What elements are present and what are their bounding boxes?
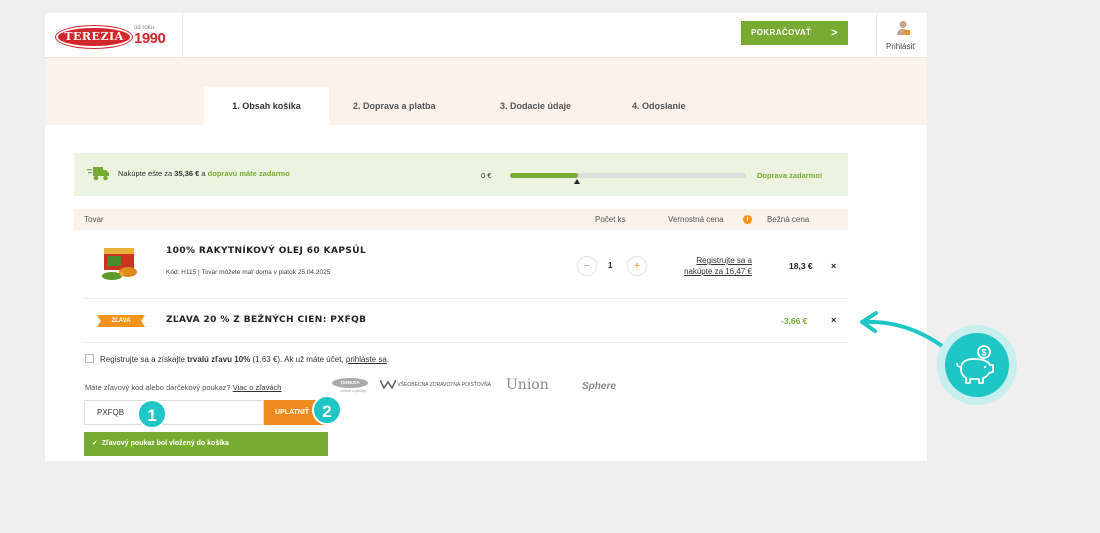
- column-loyalty-price: Vernostná cena: [668, 215, 724, 224]
- login-link-inline[interactable]: prihláste sa: [346, 355, 387, 364]
- header-divider: [182, 13, 183, 58]
- discount-name: ZĽAVA 20 % Z BEŽNÝCH CIEN: PXFQB: [166, 315, 367, 325]
- cart-table-header: [74, 209, 848, 230]
- free-shipping-label: Doprava zadarmo!: [757, 171, 823, 180]
- step-badge-2: 2: [312, 395, 342, 425]
- progress-marker-icon: [574, 179, 580, 184]
- step-shipping-payment[interactable]: 2. Doprava a platba: [353, 87, 436, 125]
- vszp-icon: [379, 379, 397, 390]
- loyalty-register-link[interactable]: Registrujte sa a nakúpte za 16,47 €: [672, 255, 752, 277]
- more-about-discounts-link[interactable]: Viac o zľavách: [233, 383, 282, 392]
- success-message: ✓ Zľavový poukaz bol vložený do košíka: [84, 432, 328, 456]
- step-send[interactable]: 4. Odoslanie: [632, 87, 686, 125]
- row-divider: [84, 298, 848, 299]
- register-checkbox[interactable]: [85, 354, 94, 363]
- terezia-logo[interactable]: TEREZIA: [56, 26, 132, 48]
- step-cart-contents[interactable]: 1. Obsah košíka: [204, 87, 329, 125]
- chevron-right-icon: >: [831, 27, 838, 39]
- quantity-value[interactable]: 1: [608, 261, 612, 270]
- partner-logo-vszp: VŠEOBECNÁ ZDRAVOTNÁ POISŤOVŇA: [379, 379, 491, 390]
- column-quantity: Počet ks: [595, 215, 626, 224]
- remove-product-button[interactable]: ×: [831, 261, 836, 271]
- partner-logo-terezia-sub: zdravie z prírody: [340, 389, 366, 393]
- continue-button[interactable]: POKRAČOVAŤ >: [741, 21, 848, 45]
- row-divider: [84, 342, 848, 343]
- product-price: 18,3 €: [789, 261, 813, 271]
- free-shipping-text: Nakúpte ešte za 35,36 € a dopravu máte z…: [118, 169, 290, 178]
- progress-start-label: 0 €: [481, 171, 492, 180]
- column-product: Tovar: [84, 215, 104, 224]
- svg-text:$: $: [981, 348, 986, 358]
- column-regular-price: Bežná cena: [767, 215, 810, 224]
- piggy-bank-icon: $: [956, 345, 994, 384]
- check-icon: ✓: [92, 440, 98, 447]
- quantity-decrease-button[interactable]: −: [577, 256, 597, 276]
- continue-label: POKRAČOVAŤ: [751, 28, 812, 37]
- partner-logo-union: Union: [506, 377, 549, 393]
- product-name[interactable]: 100% RAKYTNÍKOVÝ OLEJ 60 KAPSÚL: [166, 246, 366, 256]
- register-text: Registrujte sa a získajte trvalú zľavu 1…: [100, 355, 390, 364]
- product-image[interactable]: [98, 246, 142, 282]
- user-icon[interactable]: [896, 20, 910, 36]
- partner-logo-sphere: Sphere: [582, 381, 616, 392]
- discount-tag: ZĽAVA: [97, 315, 145, 327]
- partner-logo-terezia: TEREZIA: [332, 378, 368, 388]
- step-badge-1: 1: [137, 399, 167, 429]
- since-year: 1990: [134, 30, 166, 47]
- shipping-progress-fill: [510, 173, 579, 178]
- discount-code-input[interactable]: PXFQB: [84, 400, 264, 425]
- truck-icon: [87, 167, 109, 181]
- remove-discount-button[interactable]: ×: [831, 315, 836, 325]
- header-divider: [876, 13, 877, 58]
- login-link[interactable]: Prihlásiť: [886, 42, 915, 51]
- discount-value: -3,66 €: [781, 316, 808, 326]
- product-meta: Kód: H115 | Tovar môžete mať doma v piat…: [166, 269, 331, 276]
- step-delivery-details[interactable]: 3. Dodacie údaje: [500, 87, 571, 125]
- discount-code-question: Máte zľavový kód alebo darčekový poukaz?…: [85, 383, 282, 392]
- steps-band: [45, 58, 927, 125]
- info-icon[interactable]: i: [743, 215, 752, 224]
- quantity-increase-button[interactable]: +: [627, 256, 647, 276]
